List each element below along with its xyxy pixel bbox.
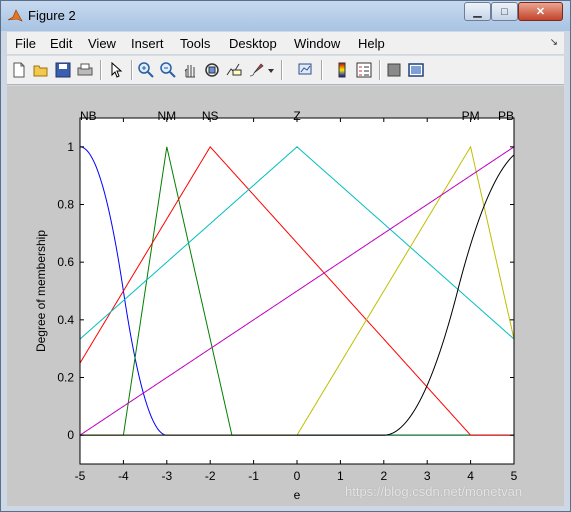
menu-bar: File Edit View Insert Tools Desktop Wind… — [7, 32, 564, 54]
x-tick-label: 2 — [380, 469, 387, 483]
x-tick-label: -3 — [161, 469, 172, 483]
menu-insert[interactable]: Insert — [131, 36, 164, 51]
brush-icon[interactable] — [247, 61, 265, 79]
x-tick-label: -5 — [75, 469, 86, 483]
link-plot-icon[interactable] — [297, 61, 315, 79]
toolbar-separator — [100, 60, 102, 80]
toolbar-separator — [379, 60, 381, 80]
y-tick-label: 1 — [67, 140, 74, 154]
print-icon[interactable] — [76, 61, 94, 79]
menu-file[interactable]: File — [15, 36, 36, 51]
open-file-icon[interactable] — [32, 61, 50, 79]
maximize-icon: □ — [501, 5, 508, 18]
menu-window[interactable]: Window — [294, 36, 340, 51]
title-bar[interactable]: Figure 2 ▁ □ ✕ — [1, 1, 570, 31]
x-tick-label: 5 — [511, 469, 518, 483]
series-label-nm: NM — [157, 109, 176, 123]
save-icon[interactable] — [54, 61, 72, 79]
menu-edit[interactable]: Edit — [50, 36, 72, 51]
rotate-3d-icon[interactable] — [203, 61, 221, 79]
dock-arrow-icon[interactable]: ↘ — [550, 37, 558, 48]
y-tick-label: 0.4 — [57, 313, 74, 327]
series-label-z: Z — [293, 109, 300, 123]
series-label-nb: NB — [80, 109, 97, 123]
brush-dropdown-icon[interactable] — [266, 61, 276, 79]
data-cursor-icon[interactable] — [225, 61, 243, 79]
new-figure-icon[interactable] — [10, 61, 28, 79]
x-tick-label: 0 — [294, 469, 301, 483]
legend-icon[interactable] — [355, 61, 373, 79]
zoom-in-icon[interactable] — [137, 61, 155, 79]
zoom-out-icon[interactable] — [159, 61, 177, 79]
window-title: Figure 2 — [28, 8, 76, 23]
watermark: https://blog.csdn.net/monetvan — [345, 484, 523, 499]
y-tick-label: 0 — [67, 428, 74, 442]
show-plot-tools-icon[interactable] — [407, 61, 425, 79]
colorbar-icon[interactable] — [333, 61, 351, 79]
matlab-icon — [7, 9, 23, 22]
x-tick-label: -1 — [248, 469, 259, 483]
close-button[interactable]: ✕ — [518, 2, 563, 21]
y-axis-label: Degree of membership — [34, 230, 48, 352]
x-tick-label: -2 — [205, 469, 216, 483]
toolbar-separator — [321, 60, 323, 80]
y-tick-label: 0.2 — [57, 371, 74, 385]
menu-desktop[interactable]: Desktop — [229, 36, 277, 51]
series-label-ns: NS — [202, 109, 219, 123]
menu-view[interactable]: View — [88, 36, 116, 51]
figure-canvas: -5 -4 -3 -2 -1 0 1 2 3 4 5 0 0.2 0.4 0.6 0.8 1 e Degree of… — [7, 86, 564, 506]
menu-help[interactable]: Help — [358, 36, 385, 51]
series-label-pb: PB — [498, 109, 514, 123]
x-tick-label: 3 — [424, 469, 431, 483]
x-axis-label: e — [294, 488, 301, 502]
toolbar-separator — [131, 60, 133, 80]
pan-icon[interactable] — [181, 61, 199, 79]
series-label-pm: PM — [462, 109, 480, 123]
hide-plot-tools-icon[interactable] — [385, 61, 403, 79]
x-tick-label: 4 — [467, 469, 474, 483]
figure-window: Figure 2 ▁ □ ✕ File Edit View Insert Too… — [0, 0, 571, 512]
toolbar-separator — [281, 60, 283, 80]
close-icon: ✕ — [535, 6, 546, 18]
select-arrow-icon[interactable] — [107, 61, 125, 79]
y-tick-label: 0.6 — [57, 255, 74, 269]
minimize-icon: ▁ — [473, 6, 482, 18]
menu-tools[interactable]: Tools — [180, 36, 210, 51]
x-tick-label: -4 — [118, 469, 129, 483]
minimize-button[interactable]: ▁ — [464, 2, 491, 21]
maximize-button[interactable]: □ — [491, 2, 518, 21]
y-tick-label: 0.8 — [57, 198, 74, 212]
x-tick-label: 1 — [337, 469, 344, 483]
membership-function-plot: -5 -4 -3 -2 -1 0 1 2 3 4 5 0 0.2 0.4 0.6 0.8 1 e Degree of… — [34, 109, 518, 502]
figure-toolbar — [7, 55, 564, 85]
